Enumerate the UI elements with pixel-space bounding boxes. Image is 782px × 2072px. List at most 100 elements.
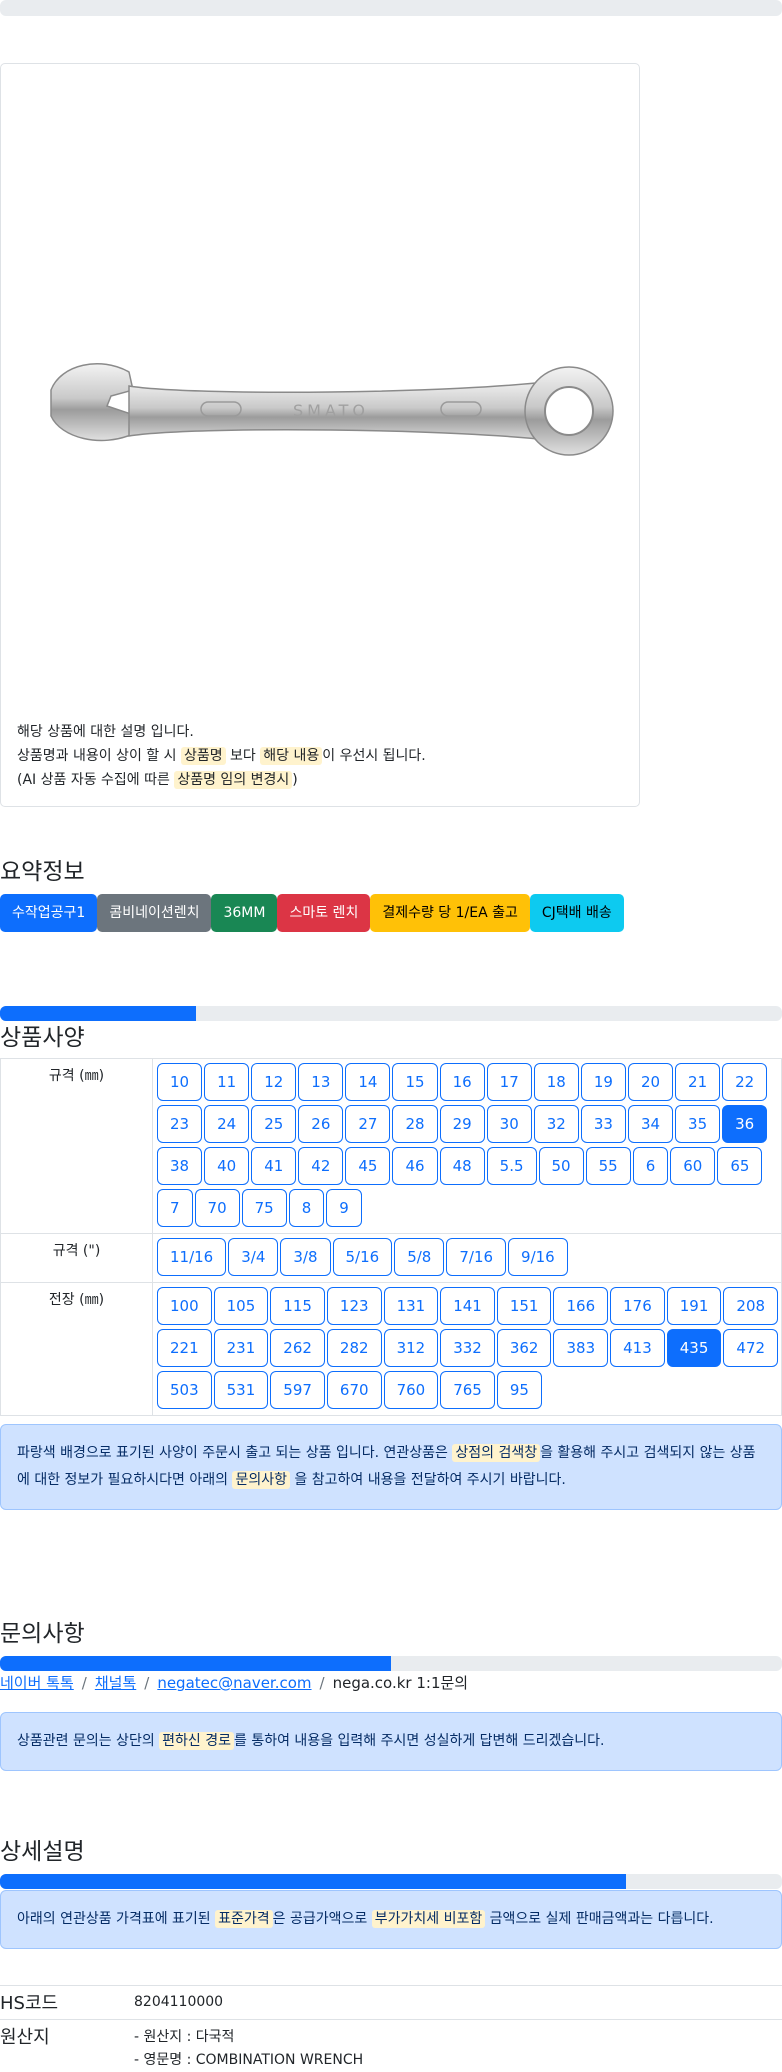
spec-option-button[interactable]: 48 — [439, 1147, 485, 1185]
spec-option-button[interactable]: 6 — [632, 1147, 669, 1185]
spec-option-button[interactable]: 312 — [383, 1329, 439, 1367]
spec-option-button[interactable]: 11 — [204, 1063, 250, 1101]
spec-option-button[interactable]: 33 — [580, 1105, 626, 1143]
spec-option-button[interactable]: 9 — [326, 1189, 362, 1227]
summary-badge: 수작업공구1 — [0, 894, 98, 932]
spec-option-button[interactable]: 123 — [326, 1287, 382, 1325]
spec-option-button[interactable]: 22 — [722, 1063, 768, 1101]
spec-option-button[interactable]: 10 — [157, 1063, 203, 1101]
spec-option-button[interactable]: 131 — [383, 1287, 439, 1325]
spec-option-button[interactable]: 435 — [666, 1329, 722, 1367]
spec-row-label: 전장 (㎜) — [0, 1282, 153, 1416]
summary-badge: 결제수량 당 1/EA 출고 — [370, 894, 530, 932]
spec-option-button[interactable]: 5/16 — [332, 1238, 393, 1276]
spec-option-button[interactable]: 28 — [392, 1105, 438, 1143]
spec-option-button[interactable]: 282 — [326, 1329, 382, 1367]
summary-badge: 콤비네이션렌치 — [97, 894, 212, 932]
spec-option-button[interactable]: 208 — [723, 1287, 779, 1325]
spec-option-button[interactable]: 7/16 — [446, 1238, 507, 1276]
spec-option-button[interactable]: 17 — [486, 1063, 532, 1101]
spec-option-button[interactable]: 41 — [251, 1147, 297, 1185]
spec-row: 규격 (") 11/16 3/4 3/8 5/16 5/8 7/16 9/16 — [0, 1233, 782, 1283]
spec-option-button[interactable]: 221 — [157, 1329, 212, 1367]
spec-option-button[interactable]: 13 — [298, 1063, 344, 1101]
spec-option-button[interactable]: 15 — [392, 1063, 438, 1101]
spec-option-button[interactable]: 472 — [723, 1329, 779, 1367]
spec-option-button[interactable]: 383 — [553, 1329, 609, 1367]
highlight: 문의사항 — [232, 1471, 290, 1489]
spec-option-button[interactable]: 46 — [392, 1147, 438, 1185]
spec-option-button[interactable]: 760 — [383, 1371, 439, 1409]
spec-option-button[interactable]: 3/8 — [280, 1238, 331, 1276]
spec-option-button[interactable]: 19 — [580, 1063, 626, 1101]
highlight: 상점의 검색창 — [452, 1444, 541, 1462]
spec-option-button[interactable]: 50 — [538, 1147, 584, 1185]
desc-line-1: 해당 상품에 대한 설명 입니다. — [17, 724, 194, 740]
spec-option-button[interactable]: 20 — [627, 1063, 674, 1101]
spec-option-button[interactable]: 9/16 — [508, 1238, 568, 1276]
naver-talk-link[interactable]: 네이버 톡톡 — [0, 1674, 74, 1692]
spec-option-button[interactable]: 105 — [213, 1287, 269, 1325]
spec-option-button[interactable]: 5/8 — [394, 1238, 445, 1276]
spec-option-button[interactable]: 332 — [440, 1329, 495, 1367]
spec-option-button[interactable]: 38 — [157, 1147, 203, 1185]
spec-option-button[interactable]: 55 — [585, 1147, 631, 1185]
spec-option-button[interactable]: 40 — [204, 1147, 250, 1185]
spec-option-button[interactable]: 8 — [288, 1189, 325, 1227]
spec-option-button[interactable]: 95 — [496, 1371, 542, 1409]
email-link[interactable]: negatec@naver.com — [157, 1674, 311, 1692]
spec-option-button[interactable]: 35 — [675, 1105, 721, 1143]
desc-line-3: (AI 상품 자동 수집에 따른 상품명 임의 변경시) — [17, 768, 426, 792]
spec-option-button[interactable]: 141 — [440, 1287, 495, 1325]
spec-option-button[interactable]: 413 — [610, 1329, 665, 1367]
spec-option-button[interactable]: 670 — [326, 1371, 382, 1409]
spec-option-button[interactable]: 42 — [298, 1147, 344, 1185]
spec-option-button[interactable]: 60 — [670, 1147, 716, 1185]
spec-option-button[interactable]: 765 — [440, 1371, 495, 1409]
summary-title: 요약정보 — [0, 859, 85, 885]
highlight: 상품명 임의 변경시 — [174, 771, 293, 789]
spec-option-button[interactable]: 191 — [666, 1287, 722, 1325]
spec-option-button[interactable]: 29 — [439, 1105, 485, 1143]
image-description: 해당 상품에 대한 설명 입니다. 상품명과 내용이 상이 할 시 상품명 보다… — [17, 720, 426, 792]
spec-option-button[interactable]: 16 — [439, 1063, 485, 1101]
spec-option-button[interactable]: 24 — [204, 1105, 250, 1143]
spec-option-button[interactable]: 21 — [675, 1063, 721, 1101]
spec-option-button[interactable]: 14 — [345, 1063, 391, 1101]
desc-text: ) — [292, 772, 298, 788]
spec-option-button[interactable]: 531 — [213, 1371, 269, 1409]
spec-option-button[interactable]: 70 — [194, 1189, 240, 1227]
spec-option-button[interactable]: 115 — [270, 1287, 325, 1325]
spec-option-button[interactable]: 25 — [251, 1105, 297, 1143]
inquiry-links: 네이버 톡톡 / 채널톡 / negatec@naver.com / nega.co.kr … — [0, 1672, 468, 1693]
channel-talk-link[interactable]: 채널톡 — [95, 1674, 136, 1692]
spec-option-button[interactable]: 5.5 — [486, 1147, 537, 1185]
spec-option-button[interactable]: 7 — [157, 1189, 193, 1227]
spec-option-button[interactable]: 36 — [722, 1105, 768, 1143]
spec-option-button[interactable]: 176 — [610, 1287, 665, 1325]
spec-option-button[interactable]: 45 — [345, 1147, 391, 1185]
spec-option-button[interactable]: 18 — [533, 1063, 579, 1101]
spec-option-button[interactable]: 3/4 — [228, 1238, 279, 1276]
spec-option-button[interactable]: 30 — [486, 1105, 532, 1143]
spec-option-button[interactable]: 23 — [157, 1105, 203, 1143]
spec-option-button[interactable]: 26 — [298, 1105, 344, 1143]
spec-option-button[interactable]: 11/16 — [157, 1238, 227, 1276]
spec-progress-bar — [0, 1006, 782, 1021]
spec-option-button[interactable]: 12 — [251, 1063, 297, 1101]
spec-option-button[interactable]: 34 — [627, 1105, 674, 1143]
spec-option-button[interactable]: 100 — [157, 1287, 212, 1325]
spec-table: 규격 (㎜) 10 11 12 13 14 15 16 17 18 19 20 21 2223 24 25 26… — [0, 1058, 782, 1416]
spec-option-button[interactable]: 262 — [270, 1329, 325, 1367]
spec-option-button[interactable]: 597 — [270, 1371, 325, 1409]
spec-option-button[interactable]: 32 — [533, 1105, 579, 1143]
spec-option-button[interactable]: 231 — [213, 1329, 269, 1367]
spec-option-button[interactable]: 27 — [345, 1105, 391, 1143]
spec-option-button[interactable]: 75 — [241, 1189, 287, 1227]
spec-option-button[interactable]: 362 — [496, 1329, 552, 1367]
spec-option-button[interactable]: 65 — [717, 1147, 763, 1185]
spec-option-button[interactable]: 503 — [157, 1371, 212, 1409]
spec-option-button[interactable]: 166 — [553, 1287, 609, 1325]
spec-option-button[interactable]: 151 — [496, 1287, 552, 1325]
detail-title: 상세설명 — [0, 1839, 85, 1865]
